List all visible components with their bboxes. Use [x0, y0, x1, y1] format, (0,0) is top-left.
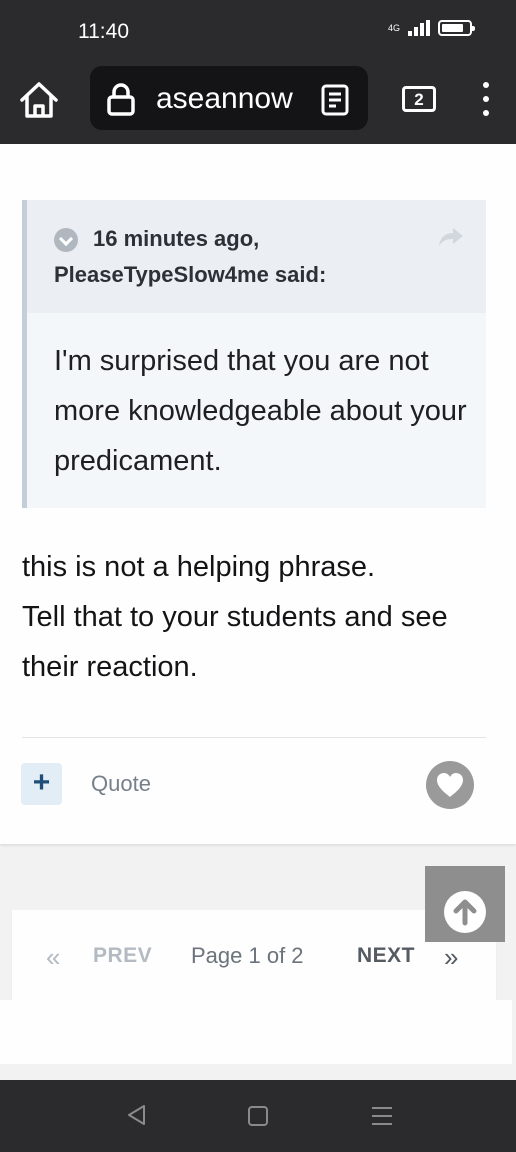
last-page-button[interactable]: »	[444, 942, 458, 973]
post-text: this is not a helping phrase. Tell that …	[22, 551, 448, 683]
quote-header: 16 minutes ago, PleaseTypeSlow4me said:	[27, 200, 486, 313]
next-page-button[interactable]: NEXT	[357, 944, 415, 968]
back-icon[interactable]	[126, 1104, 146, 1131]
quote-author[interactable]: PleaseTypeSlow4me said:	[54, 262, 326, 288]
home-icon[interactable]	[18, 80, 60, 120]
chevron-down-icon[interactable]	[54, 228, 78, 252]
prev-page-button[interactable]: PREV	[93, 944, 152, 968]
status-icons: 4G	[387, 20, 475, 36]
pagination: « PREV Page 1 of 2 NEXT »	[12, 910, 496, 1000]
recent-apps-icon[interactable]	[372, 1107, 392, 1131]
status-bar: 11:40 4G	[0, 0, 516, 64]
address-bar[interactable]: aseannow	[90, 66, 368, 130]
go-to-quoted-post-icon[interactable]	[437, 226, 465, 248]
battery-icon	[438, 20, 475, 36]
arrow-up-icon	[444, 891, 486, 933]
heart-icon	[437, 773, 463, 797]
quote-block: 16 minutes ago, PleaseTypeSlow4me said: …	[22, 200, 486, 508]
nav-home-icon[interactable]	[248, 1106, 268, 1126]
tab-switcher-button[interactable]: 2	[402, 86, 436, 112]
browser-toolbar: aseannow 2	[0, 64, 516, 144]
url-text: aseannow	[156, 82, 293, 115]
post-card: 16 minutes ago, PleaseTypeSlow4me said: …	[0, 144, 516, 844]
page-indicator[interactable]: Page 1 of 2	[191, 943, 304, 969]
quote-button[interactable]: Quote	[91, 771, 151, 797]
scroll-to-top-button[interactable]	[425, 866, 505, 942]
system-nav-bar	[0, 1080, 516, 1152]
like-button[interactable]	[426, 761, 474, 809]
network-type-label: 4G	[387, 23, 400, 33]
reader-mode-icon[interactable]	[320, 84, 350, 116]
signal-icon	[408, 20, 430, 36]
divider	[22, 737, 486, 738]
add-quote-button[interactable]: +	[21, 763, 62, 805]
section-gap	[0, 1064, 516, 1080]
lock-icon	[106, 82, 136, 116]
status-time: 11:40	[78, 20, 129, 43]
more-menu-icon[interactable]	[476, 82, 496, 116]
quote-timestamp: 16 minutes ago,	[93, 226, 260, 251]
quote-text: I'm surprised that you are not more know…	[54, 345, 467, 477]
next-section-card	[0, 1000, 512, 1064]
first-page-button[interactable]: «	[46, 942, 60, 973]
